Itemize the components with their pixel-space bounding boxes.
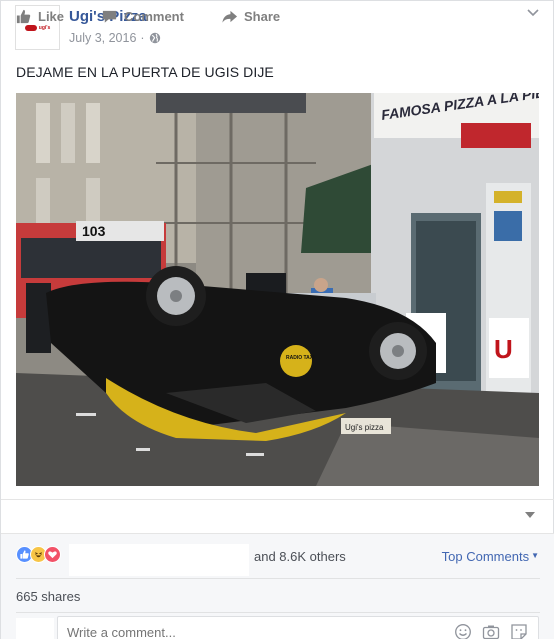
comment-button[interactable]: Comment xyxy=(101,8,184,25)
comment-tools xyxy=(454,623,528,639)
chevron-down-icon[interactable] xyxy=(527,9,539,17)
comment-input[interactable] xyxy=(67,625,367,639)
camera-icon[interactable] xyxy=(482,623,500,639)
like-button[interactable]: Like xyxy=(15,8,64,25)
like-label: Like xyxy=(38,9,65,24)
post-text: DEJAME EN LA PUERTA DE UGIS DIJE xyxy=(16,64,274,80)
taxi-logo: RADIO TAXI xyxy=(286,355,315,361)
page-logo: ugi's xyxy=(24,24,51,31)
action-bar xyxy=(1,499,554,533)
svg-text:U: U xyxy=(494,334,513,364)
emoji-icon[interactable] xyxy=(454,623,472,639)
post-card: ugi's Ugi's Pizza July 3, 2016 · DEJAME … xyxy=(0,0,554,639)
post-date[interactable]: July 3, 2016 xyxy=(69,31,136,45)
user-avatar xyxy=(16,618,54,639)
reaction-count[interactable]: and 8.6K others xyxy=(254,549,346,564)
top-comments-dropdown[interactable]: Top Comments ▼ xyxy=(442,549,539,564)
globe-icon[interactable] xyxy=(149,32,161,44)
photo-illustration: FAMOSA PIZZA A LA PIEDRA U U 103 xyxy=(16,93,539,486)
engagement-summary: and 8.6K others Top Comments ▼ 665 shares xyxy=(1,533,554,639)
share-button[interactable]: Share xyxy=(221,8,280,25)
street-sign-text: Ugi's pizza xyxy=(345,423,384,432)
share-label: Share xyxy=(244,9,281,24)
logo-mark xyxy=(24,24,37,31)
caret-down-icon[interactable] xyxy=(525,512,535,519)
divider xyxy=(16,612,540,613)
comment-label: Comment xyxy=(124,9,184,24)
post-meta: July 3, 2016 · xyxy=(69,31,161,45)
dropdown-arrow-icon: ▼ xyxy=(531,551,539,560)
shares-count[interactable]: 665 shares xyxy=(16,589,80,604)
comment-box[interactable] xyxy=(57,616,539,639)
logo-text: ugi's xyxy=(38,24,51,31)
share-arrow-icon xyxy=(222,10,238,23)
top-comments-label: Top Comments xyxy=(441,549,530,564)
bus-number: 103 xyxy=(82,223,106,239)
love-reaction-icon xyxy=(44,546,61,563)
sticker-icon[interactable] xyxy=(510,623,528,639)
thumbs-up-icon xyxy=(16,9,31,24)
comment-icon xyxy=(102,10,117,23)
meta-separator: · xyxy=(140,31,145,45)
redacted-names xyxy=(69,544,249,576)
divider xyxy=(16,578,540,579)
reaction-icons[interactable] xyxy=(16,546,61,563)
post-photo[interactable]: FAMOSA PIZZA A LA PIEDRA U U 103 xyxy=(16,93,539,486)
